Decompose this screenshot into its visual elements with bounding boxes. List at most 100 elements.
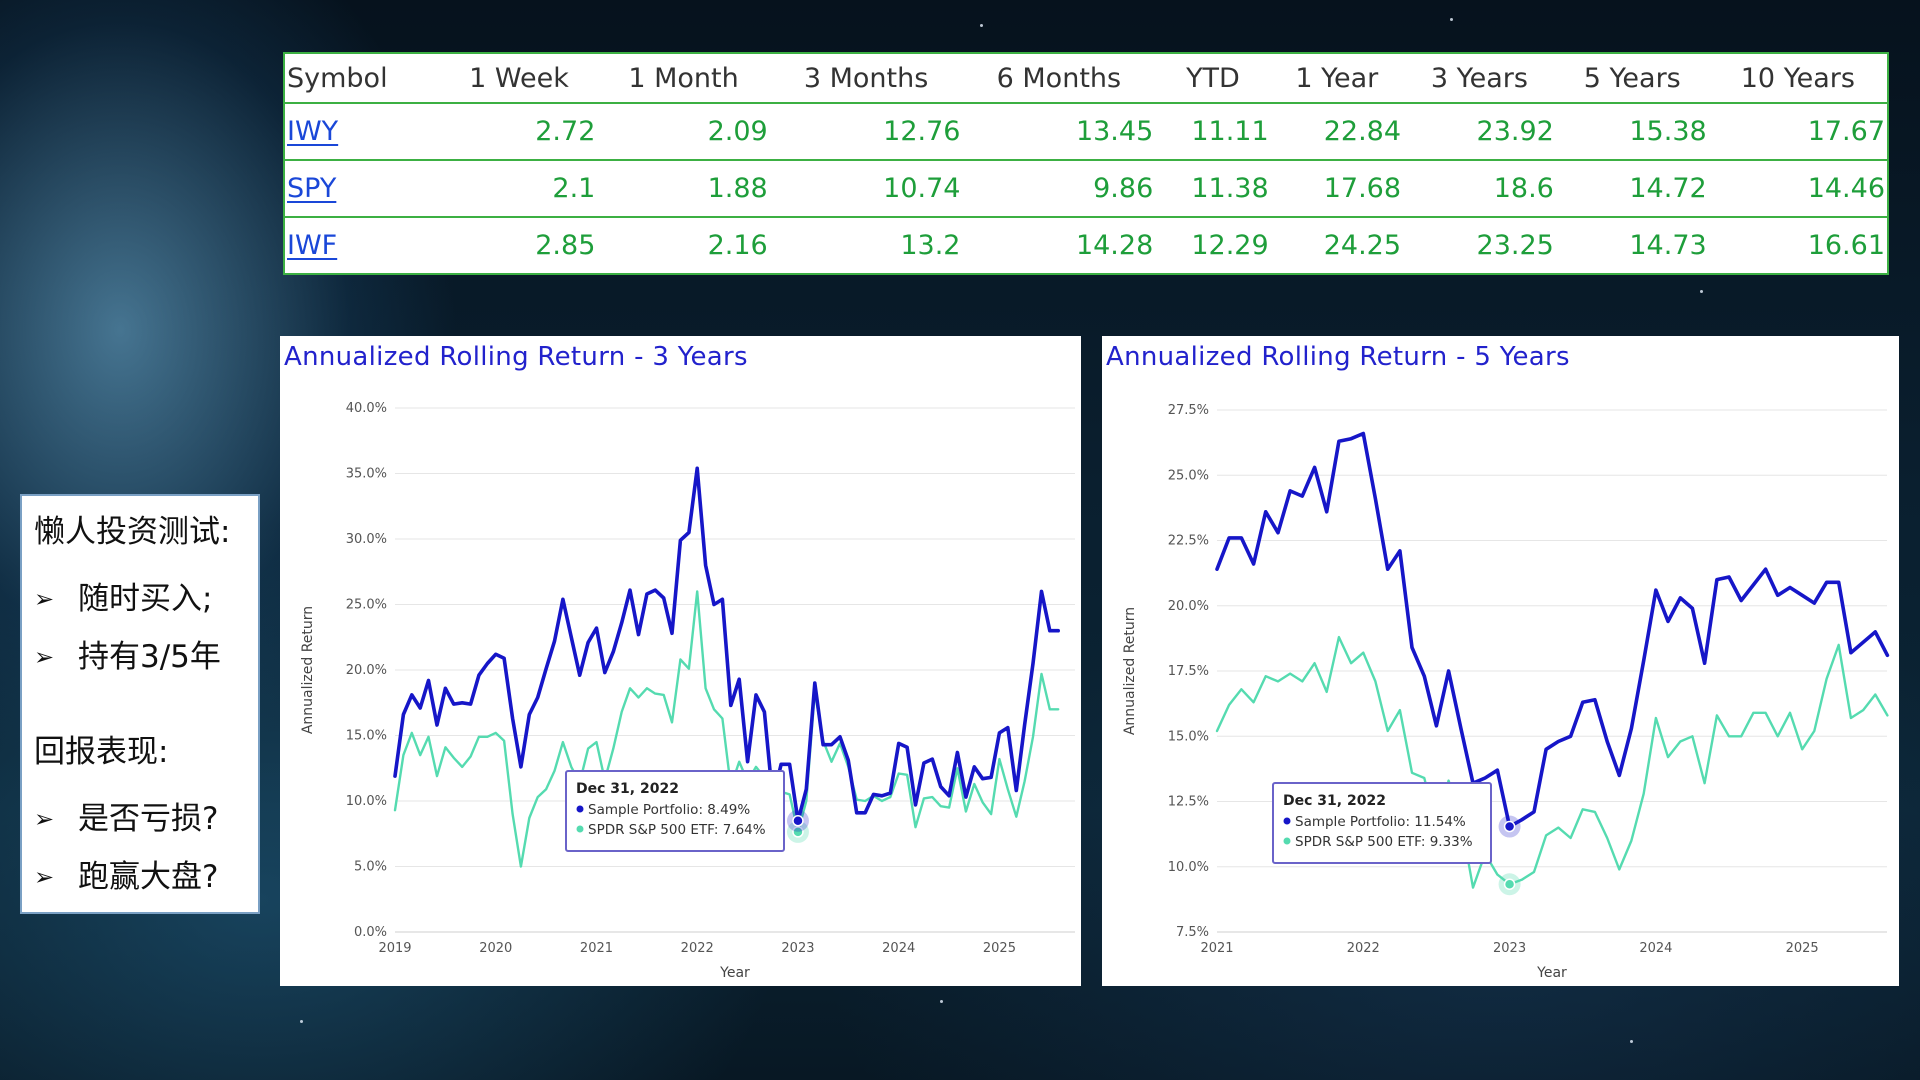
series-line-sample-portfolio	[1215, 431, 1890, 829]
symbol-link-iwy[interactable]: IWY	[287, 116, 338, 147]
arrow-bullet-icon: ➢	[34, 643, 55, 671]
y-tick-label: 22.5%	[1168, 534, 1209, 549]
x-tick-label: 2025	[1786, 941, 1819, 956]
card-item: ➢ 跑赢大盘?	[34, 848, 258, 906]
card-item-text: 持有3/5年	[78, 639, 221, 675]
hover-point-etf	[1503, 878, 1516, 890]
tooltip-line-etf: SPDR S&P 500 ETF: 9.33%	[1295, 834, 1473, 850]
card-item-text: 是否亏损?	[78, 801, 219, 837]
card-heading: 懒人投资测试:	[34, 514, 231, 550]
table-cell: 13.2	[769, 216, 963, 274]
table-cell: 2.72	[440, 102, 598, 160]
tooltip-date: Dec 31, 2022	[1283, 793, 1386, 809]
y-tick-label: 27.5%	[1168, 403, 1209, 418]
x-tick-label: 2024	[1639, 941, 1672, 956]
table-row: SPY 2.1 1.88 10.74 9.86 11.38 17.68 18.6…	[284, 159, 1888, 217]
table-cell: 2.1	[440, 159, 598, 217]
chart-3-years-svg[interactable]: 0.0% 5.0% 10.0% 15.0% 20.0% 25.0% 30.0% 35.0% 40…	[280, 336, 1081, 986]
y-axis-title: Annualized Return	[300, 606, 316, 734]
symbol-cell: IWF	[284, 216, 441, 274]
column-header: YTD	[1186, 62, 1240, 94]
y-tick-label: 20.0%	[1168, 599, 1209, 614]
lazy-investing-card: 懒人投资测试: ➢ 随时买入; ➢ 持有3/5年 回报表现: ➢ 是否亏损? ➢…	[20, 494, 260, 914]
chart-5-years-svg[interactable]: 7.5% 10.0% 12.5% 15.0% 17.5% 20.0% 22.5% 25.0% 2…	[1102, 336, 1899, 986]
arrow-bullet-icon: ➢	[34, 585, 55, 613]
card-spacer	[34, 686, 258, 732]
symbol-link-iwf[interactable]: IWF	[287, 230, 337, 261]
table-cell: 2.16	[597, 216, 770, 274]
table-header-row: Symbol 1 Week 1 Month 3 Months 6 Months …	[284, 53, 1888, 103]
y-tick-label: 15.0%	[346, 729, 387, 744]
table-cell: 1.88	[597, 159, 770, 217]
y-tick-label: 25.0%	[1168, 468, 1209, 483]
column-header: Symbol	[287, 62, 388, 94]
x-tick-label: 2021	[580, 941, 613, 956]
column-header: 10 Years	[1740, 62, 1855, 94]
x-tick-label: 2019	[378, 941, 411, 956]
table-cell: 2.85	[440, 216, 598, 274]
table-cell: 11.11	[1155, 102, 1271, 160]
table-cell: 24.25	[1270, 216, 1404, 274]
card-item-text: 随时买入;	[78, 581, 213, 617]
y-tick-label: 0.0%	[354, 925, 387, 940]
table-cell: 23.92	[1403, 102, 1556, 160]
x-tick-label: 2024	[882, 941, 915, 956]
hover-point-portfolio	[792, 815, 804, 827]
background-star	[940, 1000, 943, 1003]
chart-panel-3-years: Annualized Rolling Return - 3 Years 0.0%…	[280, 336, 1081, 986]
table-cell: 14.73	[1555, 216, 1709, 274]
y-tick-label: 12.5%	[1168, 795, 1209, 810]
card-item: ➢ 持有3/5年	[34, 628, 258, 686]
arrow-bullet-icon: ➢	[34, 805, 55, 833]
column-header: 5 Years	[1583, 62, 1681, 94]
legend-dot-portfolio	[576, 805, 584, 813]
table-row: IWY 2.72 2.09 12.76 13.45 11.11 22.84 23…	[284, 102, 1888, 160]
y-axis-title: Annualized Return	[1122, 607, 1138, 735]
tooltip-line-portfolio: Sample Portfolio: 8.49%	[588, 802, 750, 818]
table-cell: 13.45	[962, 102, 1156, 160]
y-tick-label: 35.0%	[346, 467, 387, 482]
table-cell: 10.74	[769, 159, 963, 217]
tooltip-date: Dec 31, 2022	[576, 781, 679, 797]
performance-table: Symbol 1 Week 1 Month 3 Months 6 Months …	[283, 52, 1889, 275]
x-tick-label: 2020	[479, 941, 512, 956]
y-tick-label: 10.0%	[1168, 860, 1209, 875]
x-tick-label: 2025	[983, 941, 1016, 956]
background-star	[1700, 290, 1703, 293]
table-cell: 17.67	[1708, 102, 1888, 160]
table-cell: 12.29	[1155, 216, 1271, 274]
series-line-sample-portfolio	[393, 466, 1061, 823]
column-header: 1 Year	[1295, 62, 1379, 94]
y-tick-label: 5.0%	[354, 860, 387, 875]
symbol-link-spy[interactable]: SPY	[287, 173, 336, 204]
column-header: 1 Month	[628, 62, 739, 94]
hover-point-portfolio	[1503, 820, 1516, 833]
y-tick-label: 17.5%	[1168, 664, 1209, 679]
y-tick-label: 25.0%	[346, 598, 387, 613]
table-cell: 14.72	[1555, 159, 1709, 217]
y-tick-label: 7.5%	[1176, 925, 1209, 940]
table-row: IWF 2.85 2.16 13.2 14.28 12.29 24.25 23.…	[284, 216, 1888, 274]
card-heading: 回报表现:	[34, 734, 169, 770]
y-tick-label: 40.0%	[346, 401, 387, 416]
x-tick-label: 2022	[681, 941, 714, 956]
table-cell: 16.61	[1708, 216, 1888, 274]
column-header: 6 Months	[996, 62, 1122, 94]
background-star	[980, 24, 983, 27]
table-cell: 14.28	[962, 216, 1156, 274]
card-item: ➢ 是否亏损?	[34, 790, 258, 848]
y-tick-label: 30.0%	[346, 532, 387, 547]
table-cell: 23.25	[1403, 216, 1556, 274]
y-tick-label: 20.0%	[346, 663, 387, 678]
table-cell: 12.76	[769, 102, 963, 160]
x-tick-label: 2023	[781, 941, 814, 956]
table-cell: 11.38	[1155, 159, 1271, 217]
background-star	[1630, 1040, 1633, 1043]
y-tick-label: 10.0%	[346, 794, 387, 809]
tooltip-line-portfolio: Sample Portfolio: 11.54%	[1295, 814, 1466, 830]
card-item-text: 跑赢大盘?	[78, 859, 219, 895]
chart-panel-5-years: Annualized Rolling Return - 5 Years 7.5%…	[1102, 336, 1899, 986]
legend-dot-portfolio	[1283, 817, 1291, 825]
y-tick-label: 15.0%	[1168, 729, 1209, 744]
legend-dot-etf	[1283, 837, 1291, 845]
